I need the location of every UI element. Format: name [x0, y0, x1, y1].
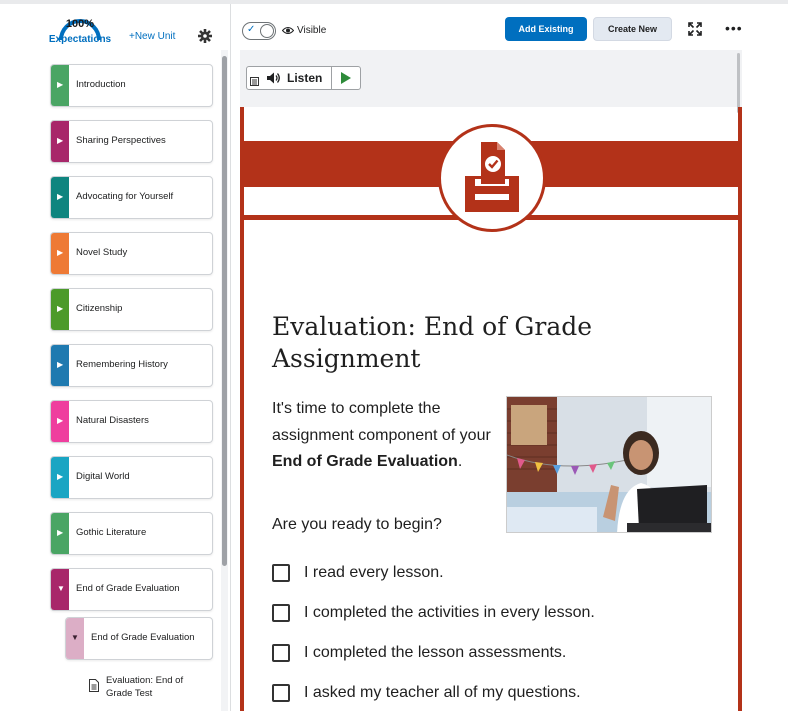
- unit-color-tab: ▶: [51, 513, 69, 554]
- unit-color-tab: ▶: [51, 233, 69, 274]
- chevron-right-icon: ▶: [57, 304, 64, 313]
- chevron-right-icon: ▶: [57, 472, 64, 481]
- unit-gothic-literature[interactable]: ▶ Gothic Literature: [50, 512, 213, 555]
- subunit-label: End of Grade Evaluation: [91, 632, 195, 643]
- expectations-link[interactable]: Expectations: [48, 34, 112, 45]
- subunit-tab: ▼: [66, 618, 84, 659]
- intro-end: .: [457, 453, 463, 470]
- ready-question: Are you ready to begin?: [272, 516, 442, 533]
- checklist-label: I completed the lesson assessments.: [304, 644, 567, 661]
- checkbox[interactable]: [272, 644, 290, 662]
- menu-icon[interactable]: [250, 77, 259, 86]
- chevron-right-icon: ▶: [57, 416, 64, 425]
- unit-natural-disasters[interactable]: ▶ Natural Disasters: [50, 400, 213, 443]
- assignment-tray-icon: [465, 142, 519, 212]
- unit-introduction[interactable]: ▶ Introduction: [50, 64, 213, 107]
- chevron-right-icon: ▶: [57, 80, 64, 89]
- listen-button[interactable]: Listen: [246, 66, 361, 90]
- toggle-knob: [260, 24, 274, 38]
- unit-novel-study[interactable]: ▶ Novel Study: [50, 232, 213, 275]
- unit-citizenship[interactable]: ▶ Citizenship: [50, 288, 213, 331]
- unit-remembering-history[interactable]: ▶ Remembering History: [50, 344, 213, 387]
- chevron-right-icon: ▶: [57, 248, 64, 257]
- unit-color-tab: ▶: [51, 289, 69, 330]
- student-photo-illustration: [507, 397, 711, 532]
- unit-sharing-perspectives[interactable]: ▶ Sharing Perspectives: [50, 120, 213, 163]
- unit-color-tab: ▶: [51, 345, 69, 386]
- student-photo: [506, 396, 712, 533]
- content-scrollbar[interactable]: [737, 53, 740, 113]
- checkbox[interactable]: [272, 564, 290, 582]
- unit-label: Gothic Literature: [76, 527, 147, 538]
- sidebar-scrollbar-thumb[interactable]: [222, 56, 227, 566]
- sidebar: 100% Expectations +New Unit ▶ Introductio…: [0, 4, 231, 711]
- create-new-button[interactable]: Create New: [593, 17, 672, 41]
- more-options-button[interactable]: •••: [725, 21, 743, 35]
- page-title: Evaluation: End of Grade Assignment: [272, 312, 593, 373]
- topic-label: Evaluation: End of Grade Test: [106, 675, 184, 699]
- topic-item[interactable]: Evaluation: End of Grade Test: [86, 673, 206, 707]
- reader-bar: Listen: [240, 50, 742, 113]
- checklist-label: I read every lesson.: [304, 564, 444, 581]
- unit-color-tab: ▶: [51, 457, 69, 498]
- unit-label: Digital World: [76, 471, 130, 482]
- add-existing-button[interactable]: Add Existing: [505, 17, 587, 41]
- page-border-right: [738, 107, 742, 711]
- chevron-down-icon: ▼: [71, 633, 79, 642]
- intro-emphasis: End of Grade Evaluation: [272, 453, 458, 470]
- unit-label: Remembering History: [76, 359, 168, 370]
- intro-paragraph: It's time to complete the assignment com…: [272, 396, 497, 476]
- speaker-icon: [267, 72, 280, 84]
- unit-label: Advocating for Yourself: [76, 191, 174, 202]
- listen-divider: [331, 67, 332, 89]
- assignment-badge: [438, 124, 546, 232]
- play-icon[interactable]: [341, 72, 351, 84]
- unit-label: Introduction: [76, 79, 126, 90]
- listen-label: Listen: [287, 71, 323, 85]
- content-toolbar: ✓ Visible Add Existing Create New •••: [231, 4, 788, 50]
- checklist-label: I asked my teacher all of my questions.: [304, 684, 581, 701]
- unit-color-tab: ▼: [51, 569, 69, 610]
- unit-label: Citizenship: [76, 303, 123, 314]
- unit-label: Sharing Perspectives: [76, 135, 166, 146]
- sidebar-header: 100% Expectations +New Unit: [0, 4, 230, 50]
- unit-end-of-grade-evaluation[interactable]: ▼ End of Grade Evaluation: [50, 568, 213, 611]
- chevron-right-icon: ▶: [57, 528, 64, 537]
- new-unit-button[interactable]: +New Unit: [129, 31, 175, 42]
- visibility-label: Visible: [297, 25, 327, 36]
- unit-advocating-for-yourself[interactable]: ▶ Advocating for Yourself: [50, 176, 213, 219]
- unit-color-tab: ▶: [51, 65, 69, 106]
- checklist-label: I completed the activities in every less…: [304, 604, 595, 621]
- chevron-right-icon: ▶: [57, 192, 64, 201]
- page-border-left: [240, 107, 244, 711]
- visibility-toggle[interactable]: ✓: [242, 22, 276, 40]
- unit-label: Novel Study: [76, 247, 128, 258]
- eye-icon: [282, 27, 294, 34]
- subunit-end-of-grade-evaluation[interactable]: ▼ End of Grade Evaluation: [65, 617, 213, 660]
- unit-color-tab: ▶: [51, 401, 69, 442]
- check-icon: ✓: [247, 24, 256, 35]
- checkbox[interactable]: [272, 604, 290, 622]
- unit-color-tab: ▶: [51, 121, 69, 162]
- chevron-right-icon: ▶: [57, 136, 64, 145]
- checkbox[interactable]: [272, 684, 290, 702]
- document-icon: [89, 679, 99, 692]
- unit-color-tab: ▶: [51, 177, 69, 218]
- chevron-down-icon: ▼: [57, 584, 65, 593]
- intro-text: It's time to complete the assignment com…: [272, 400, 491, 444]
- gauge-percent: 100%: [65, 18, 95, 30]
- content-frame: Listen Evaluation: End of Grade Assignme…: [240, 50, 742, 711]
- chevron-right-icon: ▶: [57, 360, 64, 369]
- fullscreen-icon[interactable]: [688, 22, 702, 36]
- unit-label: End of Grade Evaluation: [76, 583, 180, 594]
- unit-label: Natural Disasters: [76, 415, 149, 426]
- gear-icon[interactable]: [198, 29, 212, 43]
- unit-digital-world[interactable]: ▶ Digital World: [50, 456, 213, 499]
